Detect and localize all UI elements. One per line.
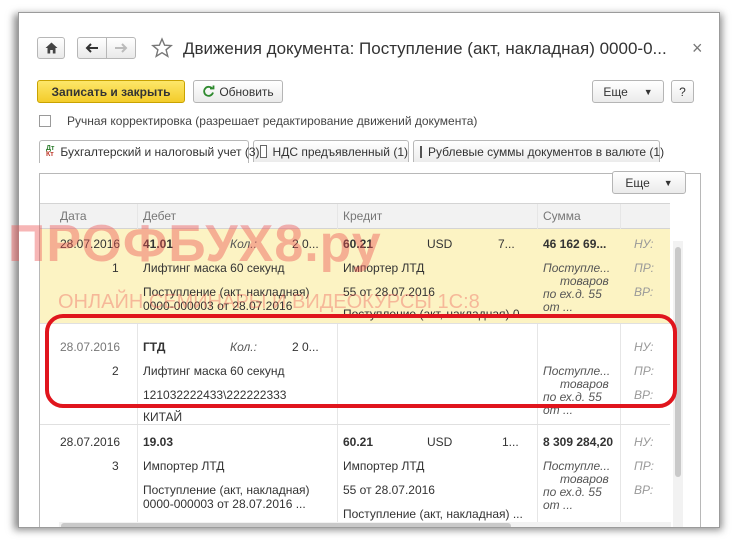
document-icon bbox=[260, 145, 267, 158]
tab-vat[interactable]: НДС предъявленный (1) bbox=[253, 140, 409, 162]
credit-currency: USD bbox=[427, 237, 453, 251]
home-button[interactable] bbox=[37, 37, 65, 59]
forward-button[interactable] bbox=[106, 37, 136, 59]
tab-accounting[interactable]: Дт Кт Бухгалтерский и налоговый учет (3) bbox=[39, 140, 260, 163]
refresh-label: Обновить bbox=[219, 84, 274, 99]
content-line-1: Поступле... bbox=[543, 261, 611, 275]
vr-label: ВР: bbox=[634, 483, 654, 497]
refresh-icon bbox=[203, 85, 215, 97]
content-line-2: товаров bbox=[560, 472, 609, 486]
credit-subconto-3: Поступление (акт, накладная) ... bbox=[343, 507, 523, 521]
debit-subconto-2: Поступление (акт, накладная) bbox=[143, 483, 310, 497]
row-number: 3 bbox=[112, 459, 119, 473]
manual-edit-checkbox[interactable] bbox=[39, 115, 51, 127]
credit-currency: USD bbox=[427, 435, 453, 449]
arrow-left-icon bbox=[85, 43, 98, 53]
window-title: Движения документа: Поступление (акт, на… bbox=[183, 39, 667, 58]
tab-vat-label: НДС предъявленный (1) bbox=[272, 144, 408, 159]
save-and-close-button[interactable]: Записать и закрыть bbox=[37, 80, 185, 103]
content-line-4: от ... bbox=[543, 300, 574, 314]
credit-currency-amount: 1... bbox=[502, 435, 519, 449]
debit-subconto-2-line2: 0000-000003 от 28.07.2016 ... bbox=[143, 497, 306, 511]
tab-ruble-sums[interactable]: Рублевые суммы документов в валюте (1) bbox=[413, 140, 664, 162]
amount-value: 8 309 284,20 bbox=[543, 435, 614, 449]
credit-subconto-1: Импортер ЛТД bbox=[343, 459, 425, 473]
back-button[interactable] bbox=[77, 37, 107, 59]
arrow-right-icon bbox=[115, 43, 128, 53]
content-line-2: товаров bbox=[560, 274, 609, 288]
nu-label: НУ: bbox=[634, 237, 654, 251]
column-header-amount[interactable]: Сумма bbox=[543, 209, 581, 223]
debit-account: 19.03 bbox=[143, 435, 174, 449]
close-icon[interactable]: × bbox=[692, 38, 703, 59]
row-date: 28.07.2016 bbox=[60, 435, 121, 449]
credit-account: 60.21 bbox=[343, 435, 374, 449]
amount-value: 46 162 69... bbox=[543, 237, 607, 251]
favorite-star-button[interactable] bbox=[150, 37, 175, 59]
content-line-3: по ех.д. 55 bbox=[543, 485, 602, 499]
debit-subconto-1: Импортер ЛТД bbox=[143, 459, 225, 473]
nu-label: НУ: bbox=[634, 435, 654, 449]
more-menu-button[interactable]: Еще ▼ bbox=[592, 80, 664, 103]
home-icon bbox=[45, 42, 57, 54]
content-line-3: по ех.д. 55 bbox=[543, 287, 602, 301]
table-row[interactable]: 28.07.2016 3 19.03 Импортер ЛТД Поступле… bbox=[40, 425, 670, 522]
accounting-dt-kt-icon: Дт Кт bbox=[46, 144, 55, 158]
pr-label: ПР: bbox=[634, 459, 654, 473]
pr-label: ПР: bbox=[634, 261, 654, 275]
dropdown-arrow-icon: ▼ bbox=[663, 177, 673, 188]
content-line-4: от ... bbox=[543, 498, 574, 512]
scrollbar-thumb[interactable] bbox=[61, 523, 511, 527]
debit-subconto-3: КИТАЙ bbox=[143, 410, 183, 424]
manual-edit-label: Ручная корректировка (разрешает редактир… bbox=[67, 114, 478, 128]
vr-label: ВР: bbox=[634, 285, 654, 299]
dropdown-arrow-icon: ▼ bbox=[643, 86, 653, 97]
help-button[interactable]: ? bbox=[671, 80, 694, 103]
highlight-frame bbox=[45, 314, 677, 408]
panel-more-menu-button[interactable]: Еще ▼ bbox=[612, 171, 686, 194]
horizontal-scrollbar[interactable] bbox=[59, 522, 671, 527]
table-icon bbox=[420, 145, 422, 158]
content-line-1: Поступле... bbox=[543, 459, 611, 473]
star-icon bbox=[150, 37, 174, 58]
tab-accounting-label: Бухгалтерский и налоговый учет (3) bbox=[60, 145, 260, 159]
more-label: Еще bbox=[603, 84, 628, 99]
watermark-logo: ПРОФБУХ8.ру bbox=[8, 215, 382, 273]
watermark-subtitle: ОНЛАЙН СЕМИНАРЫ И ВИДЕОКУРСЫ 1С:8 bbox=[58, 291, 480, 313]
refresh-button[interactable]: Обновить bbox=[193, 80, 283, 103]
credit-currency-amount: 7... bbox=[498, 237, 515, 251]
panel-more-label: Еще bbox=[625, 175, 650, 190]
credit-subconto-2: 55 от 28.07.2016 bbox=[343, 483, 435, 497]
tab-ruble-sums-label: Рублевые суммы документов в валюте (1) bbox=[428, 144, 665, 159]
